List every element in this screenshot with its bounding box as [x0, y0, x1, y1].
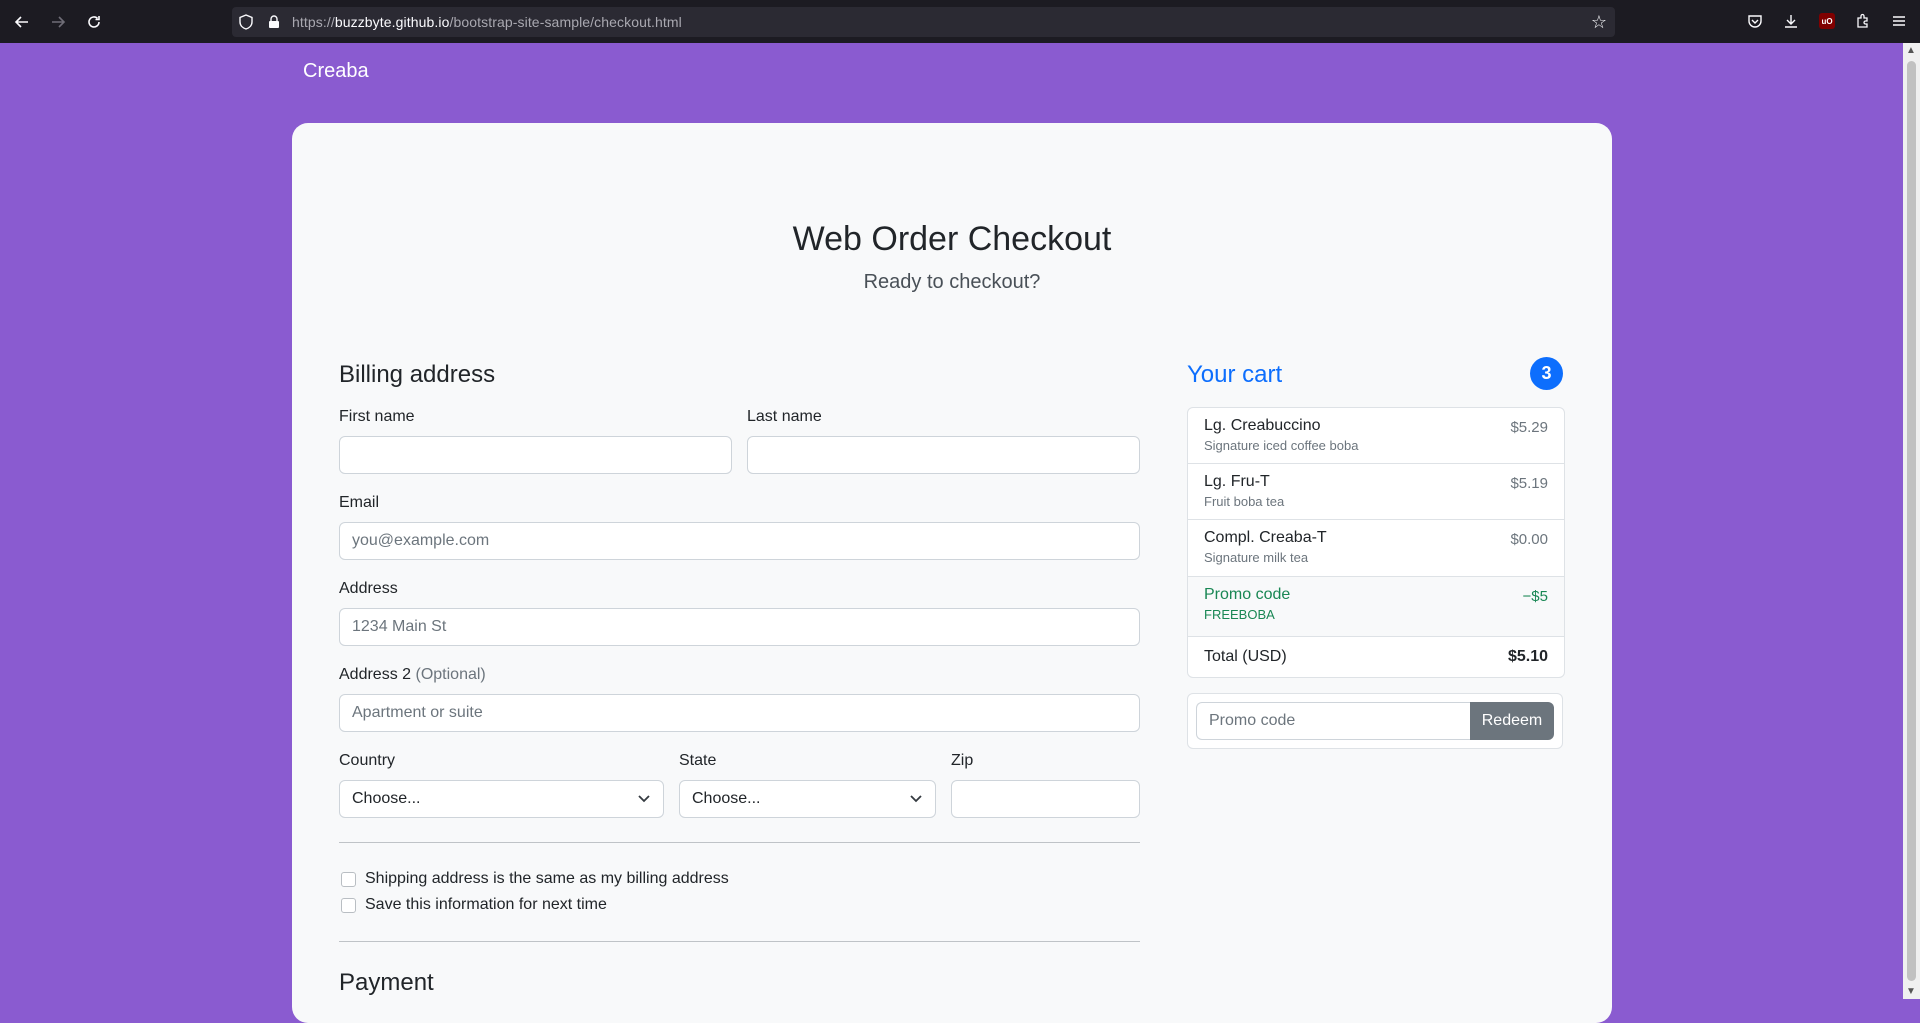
cart-promo-row: Promo code FREEBOBA −$5: [1188, 577, 1564, 637]
checkout-card: Web Order Checkout Ready to checkout? Bi…: [292, 123, 1612, 1023]
total-value: $5.10: [1507, 648, 1548, 665]
page-subtitle: Ready to checkout?: [863, 271, 1041, 293]
address-input[interactable]: 1234 Main St: [339, 608, 1140, 646]
cart-item: Compl. Creaba-T Signature milk tea $0.00: [1188, 520, 1564, 577]
country-select[interactable]: Choose...: [339, 780, 664, 818]
chevron-down-icon: [637, 791, 651, 807]
state-select[interactable]: Choose...: [679, 780, 936, 818]
promo-discount: −$5: [1522, 588, 1548, 605]
download-icon[interactable]: [1778, 8, 1804, 34]
total-label: Total (USD): [1204, 648, 1287, 665]
shield-icon[interactable]: [232, 14, 260, 30]
promo-code-input[interactable]: Promo code: [1196, 702, 1470, 740]
address2-placeholder: Apartment or suite: [352, 704, 483, 721]
cart-total-row: Total (USD) $5.10: [1188, 637, 1564, 677]
scroll-down-icon[interactable]: ▼: [1906, 986, 1916, 997]
address2-label: Address 2 (Optional): [339, 666, 486, 683]
divider: [339, 941, 1140, 942]
url-text: https://buzzbyte.github.io/bootstrap-sit…: [292, 14, 682, 30]
zip-label: Zip: [951, 752, 974, 769]
cart-item-name: Lg. Creabuccino: [1204, 417, 1321, 434]
cart-item-desc: Fruit boba tea: [1204, 494, 1285, 509]
email-placeholder: you@example.com: [352, 532, 490, 549]
cart-item-price: $5.19: [1510, 475, 1548, 492]
last-name-label: Last name: [747, 408, 822, 425]
page-title: Web Order Checkout: [792, 220, 1112, 258]
billing-title: Billing address: [339, 361, 496, 388]
state-label: State: [679, 752, 717, 769]
pocket-icon[interactable]: [1742, 8, 1768, 34]
country-label: Country: [339, 752, 396, 769]
address2-input[interactable]: Apartment or suite: [339, 694, 1140, 732]
redeem-button[interactable]: Redeem: [1470, 702, 1554, 740]
promo-placeholder: Promo code: [1209, 712, 1296, 729]
extensions-icon[interactable]: [1850, 8, 1876, 34]
ublock-icon[interactable]: uO: [1814, 8, 1840, 34]
cart-list: Lg. Creabuccino Signature iced coffee bo…: [1187, 407, 1565, 678]
save-info-label[interactable]: Save this information for next time: [365, 896, 607, 914]
menu-icon[interactable]: [1886, 8, 1912, 34]
save-info-option[interactable]: Save this information for next time: [341, 896, 607, 914]
cart-item: Lg. Creabuccino Signature iced coffee bo…: [1188, 408, 1564, 464]
bookmark-star-icon[interactable]: ☆: [1591, 12, 1607, 33]
url-bar[interactable]: https://buzzbyte.github.io/bootstrap-sit…: [232, 7, 1615, 37]
country-value: Choose...: [352, 790, 421, 807]
cart-item-desc: Signature iced coffee boba: [1204, 438, 1359, 453]
address-label: Address: [339, 580, 398, 597]
promo-form: Promo code Redeem: [1187, 693, 1563, 749]
optional-hint: (Optional): [415, 666, 486, 683]
cart-count-badge: 3: [1530, 357, 1563, 390]
promo-code-value: FREEBOBA: [1204, 607, 1275, 622]
brand-logo[interactable]: Creaba: [303, 60, 369, 83]
chevron-down-icon: [909, 791, 923, 807]
cart-item-price: $0.00: [1510, 531, 1548, 548]
email-label: Email: [339, 494, 380, 511]
state-value: Choose...: [692, 790, 761, 807]
scroll-up-icon[interactable]: ▲: [1906, 45, 1916, 56]
first-name-input[interactable]: [339, 436, 732, 474]
browser-toolbar: https://buzzbyte.github.io/bootstrap-sit…: [0, 0, 1920, 43]
last-name-input[interactable]: [747, 436, 1140, 474]
forward-icon[interactable]: [44, 8, 72, 36]
address-placeholder: 1234 Main St: [352, 618, 447, 635]
cart-item: Lg. Fru-T Fruit boba tea $5.19: [1188, 464, 1564, 520]
scrollbar-thumb[interactable]: [1907, 61, 1916, 981]
divider: [339, 842, 1140, 843]
page-scrollbar[interactable]: ▲ ▼: [1903, 43, 1920, 999]
zip-input[interactable]: [951, 780, 1140, 818]
same-address-option[interactable]: Shipping address is the same as my billi…: [341, 870, 729, 888]
cart-item-price: $5.29: [1510, 419, 1548, 436]
cart-item-name: Compl. Creaba-T: [1204, 529, 1327, 546]
payment-title: Payment: [339, 969, 434, 996]
first-name-label: First name: [339, 408, 415, 425]
back-icon[interactable]: [8, 8, 36, 36]
cart-title: Your cart: [1187, 361, 1283, 388]
cart-item-name: Lg. Fru-T: [1204, 473, 1270, 490]
lock-icon[interactable]: [260, 15, 288, 29]
promo-label: Promo code: [1204, 586, 1291, 603]
same-address-label[interactable]: Shipping address is the same as my billi…: [365, 870, 729, 888]
reload-icon[interactable]: [80, 8, 108, 36]
save-info-checkbox[interactable]: [341, 897, 356, 913]
cart-item-desc: Signature milk tea: [1204, 550, 1309, 565]
same-address-checkbox[interactable]: [341, 871, 356, 887]
email-input[interactable]: you@example.com: [339, 522, 1140, 560]
